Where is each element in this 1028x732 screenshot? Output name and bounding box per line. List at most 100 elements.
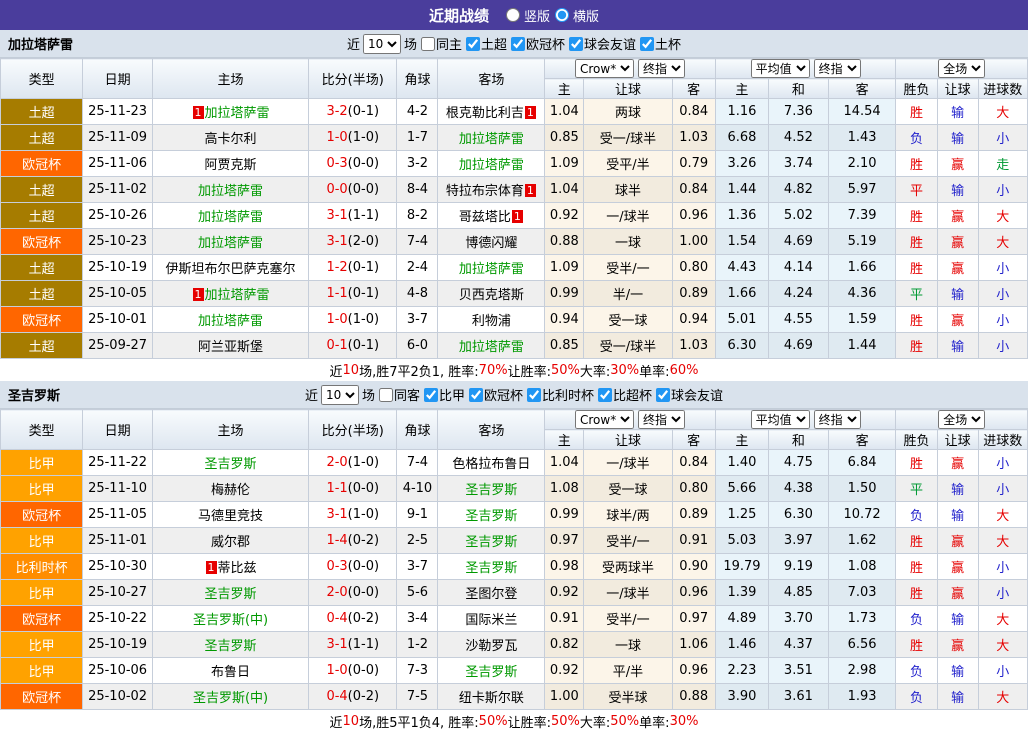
result-cell: 平 <box>895 475 938 502</box>
league-filter-input[interactable] <box>569 36 584 51</box>
score-cell: 1-4(0-2) <box>308 527 398 554</box>
sub-column-header: 和 <box>768 78 829 99</box>
table-row: 土超 25-11-02 加拉塔萨雷 0-0(0-0) 8-4 特拉布宗体育 1 1.04 球半 0… <box>0 176 1028 203</box>
same-venue-checkbox[interactable]: 同客 <box>378 385 420 404</box>
same-venue-checkbox[interactable]: 同主 <box>420 34 462 53</box>
team-section: 加拉塔萨雷近 10 场 同主 土超 欧冠杯 球会友谊 土杯 类型 日期 主场 比分(半场) 角球 客场 C… <box>0 30 1028 381</box>
summary-segment: 30% <box>610 362 640 378</box>
fulltime-score: 1-0 <box>326 312 348 327</box>
handicap-line-cell: 受平/半 <box>583 150 673 177</box>
league-filter-input[interactable] <box>423 387 438 402</box>
league-filter-checkbox[interactable]: 球会友谊 <box>655 385 723 404</box>
team-name-text: 加拉塔萨雷 <box>198 210 264 225</box>
goals-result-cell: 小 <box>977 475 1028 502</box>
same-venue-input[interactable] <box>378 387 393 402</box>
avg-away-odds-cell: 7.39 <box>827 202 897 229</box>
table-row: 比利时杯 25-10-30 1 蒂比兹 0-3(0-0) 3-7 圣吉罗斯 0.98 受两球半 0… <box>0 553 1028 580</box>
same-venue-input[interactable] <box>420 36 435 51</box>
league-filter-input[interactable] <box>656 387 671 402</box>
league-filter-input[interactable] <box>640 36 655 51</box>
table-row: 比甲 25-11-22 圣吉罗斯 2-0(1-0) 7-4 色格拉布鲁日 1.04 一/球半 0… <box>0 449 1028 476</box>
home-team-cell: 布鲁日 <box>151 657 310 684</box>
full-match-select[interactable]: 全场 <box>938 410 986 429</box>
recent-count-select[interactable]: 10 <box>320 384 359 405</box>
corner-cell: 4-8 <box>396 280 439 307</box>
league-filter-input[interactable] <box>598 387 613 402</box>
home-team-cell: 高卡尔利 <box>151 124 310 151</box>
layout-radio-vertical-input[interactable] <box>505 8 520 22</box>
recent-count-select[interactable]: 10 <box>362 33 401 54</box>
final-odds-select[interactable]: 终指 <box>638 59 685 78</box>
league-filter-checkbox[interactable]: 欧冠杯 <box>468 385 523 404</box>
date-cell: 25-11-10 <box>82 475 153 502</box>
summary-segment: 70% <box>478 362 508 378</box>
odds-source-select[interactable]: Crow* <box>575 59 634 78</box>
odds-source-select[interactable]: Crow* <box>575 410 634 429</box>
league-filter-input[interactable] <box>527 387 542 402</box>
handicap-home-odds-cell: 0.92 <box>544 657 585 684</box>
league-filter-input[interactable] <box>511 36 525 51</box>
league-filter-checkbox[interactable]: 球会友谊 <box>568 34 636 53</box>
handicap-result-cell: 赢 <box>936 527 979 554</box>
column-header: 客场 <box>437 58 546 99</box>
corner-cell: 3-7 <box>396 553 439 580</box>
column-header: 日期 <box>82 409 153 450</box>
average-odds-select[interactable]: 平均值 <box>750 59 810 78</box>
league-filter-input[interactable] <box>465 36 480 51</box>
handicap-result-cell: 输 <box>936 98 979 125</box>
table-row: 比甲 25-10-06 布鲁日 1-0(0-0) 7-3 圣吉罗斯 0.92 平/半 0.96 2… <box>0 657 1028 684</box>
league-filter-checkbox[interactable]: 土杯 <box>639 34 681 53</box>
goals-result-cell: 小 <box>977 657 1028 684</box>
away-team-cell: 根克勒比利吉 1 <box>437 98 546 125</box>
full-match-select[interactable]: 全场 <box>938 59 986 78</box>
layout-radio-vertical[interactable]: 竖版 <box>505 6 550 25</box>
league-filter-checkbox[interactable]: 比利时杯 <box>526 385 594 404</box>
halftime-score: (0-0) <box>347 663 380 678</box>
handicap-result-cell: 赢 <box>936 202 979 229</box>
sub-column-header: 胜负 <box>895 78 938 99</box>
league-filter-checkbox[interactable]: 欧冠杯 <box>510 34 565 53</box>
away-team-cell: 加拉塔萨雷 <box>437 254 546 281</box>
league-cell: 欧冠杯 <box>0 150 84 177</box>
sub-column-header: 客 <box>671 429 716 450</box>
summary-segment: 60% <box>669 362 699 378</box>
fulltime-score: 3-1 <box>326 637 348 652</box>
layout-radio-horizontal-input[interactable] <box>555 8 569 22</box>
avg-away-odds-cell: 1.66 <box>827 254 897 281</box>
away-team-cell: 国际米兰 <box>437 605 546 632</box>
date-cell: 25-11-22 <box>82 449 153 476</box>
avg-away-odds-cell: 1.73 <box>827 605 897 632</box>
average-odds-select[interactable]: 平均值 <box>750 410 810 429</box>
avg-away-odds-cell: 10.72 <box>827 501 897 528</box>
league-filter-checkbox[interactable]: 比甲 <box>423 385 465 404</box>
away-team-cell: 圣吉罗斯 <box>437 501 546 528</box>
handicap-home-odds-cell: 0.85 <box>544 124 585 151</box>
league-filter-input[interactable] <box>469 387 483 402</box>
column-header: 比分(半场) <box>308 409 398 450</box>
handicap-line-cell: 两球 <box>583 98 673 125</box>
corner-cell: 7-4 <box>396 449 439 476</box>
layout-radio-horizontal[interactable]: 横版 <box>554 6 599 25</box>
red-card-badge: 1 <box>192 288 204 301</box>
final-odds-select-2[interactable]: 终指 <box>813 59 861 78</box>
result-cell: 平 <box>895 280 938 307</box>
halftime-score: (0-2) <box>347 689 380 704</box>
team-name-text: 圣吉罗斯(中) <box>192 613 269 628</box>
league-filter-checkbox[interactable]: 土超 <box>465 34 507 53</box>
league-filter-checkbox[interactable]: 比超杯 <box>597 385 652 404</box>
sub-column-header: 让球 <box>583 78 673 99</box>
team-name-text: 特拉布宗体育 <box>445 184 524 199</box>
handicap-result-cell: 赢 <box>936 449 979 476</box>
fulltime-score: 3-1 <box>326 234 348 249</box>
sub-column-header: 客 <box>827 429 897 450</box>
avg-home-odds-cell: 1.44 <box>714 176 770 203</box>
goals-result-cell: 大 <box>977 631 1028 658</box>
section-team-name: 圣吉罗斯 <box>8 389 61 404</box>
goals-result-cell: 小 <box>977 176 1028 203</box>
home-team-cell: 1 蒂比兹 <box>151 553 310 580</box>
final-odds-select[interactable]: 终指 <box>638 410 685 429</box>
final-odds-select-2[interactable]: 终指 <box>813 410 861 429</box>
halftime-score: (0-1) <box>347 260 380 275</box>
home-team-cell: 威尔郡 <box>151 527 310 554</box>
avg-home-odds-cell: 3.90 <box>714 683 770 710</box>
